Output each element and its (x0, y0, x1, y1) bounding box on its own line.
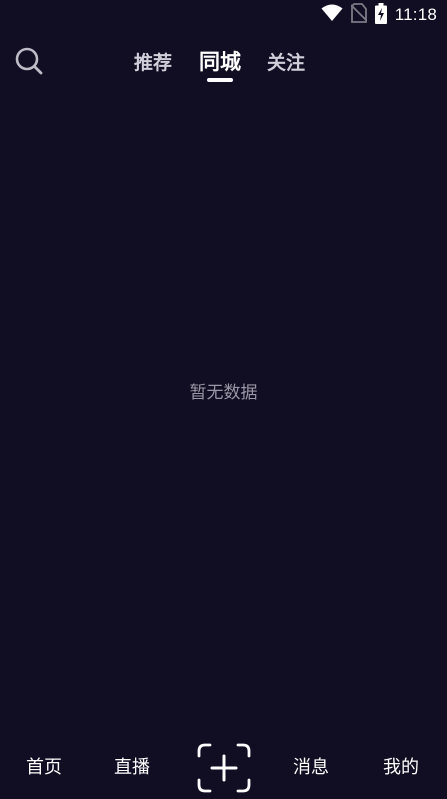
tab-nearby[interactable]: 同城 (199, 46, 241, 76)
no-sim-icon (350, 3, 368, 27)
tab-recommend[interactable]: 推荐 (134, 48, 172, 75)
publish-button[interactable] (197, 743, 251, 793)
nav-home[interactable]: 首页 (26, 753, 62, 779)
tab-following[interactable]: 关注 (267, 48, 305, 75)
active-tab-indicator (207, 78, 233, 82)
status-icons: 11:18 (321, 2, 437, 28)
wifi-icon (321, 4, 343, 26)
nav-profile[interactable]: 我的 (383, 753, 419, 779)
status-bar: 11:18 (0, 0, 447, 30)
tab-bar: 推荐 同城 关注 (0, 38, 447, 84)
top-bar: 推荐 同城 关注 (0, 38, 447, 84)
status-time: 11:18 (394, 5, 437, 24)
nav-messages[interactable]: 消息 (293, 753, 329, 779)
bottom-nav: 首页 直播 消息 我的 (0, 737, 447, 799)
screen: 11:18 推荐 同城 关注 暂无数据 首页 直播 消息 我的 (0, 0, 447, 799)
empty-state-message: 暂无数据 (189, 383, 258, 403)
battery-charging-icon (374, 2, 387, 28)
add-icon (197, 743, 251, 797)
nav-live[interactable]: 直播 (114, 753, 150, 779)
